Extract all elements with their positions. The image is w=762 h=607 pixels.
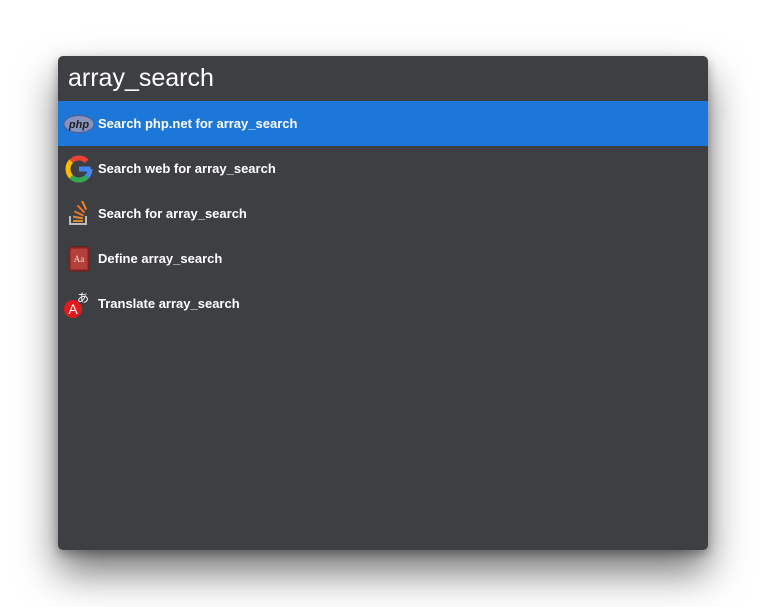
stackoverflow-icon — [62, 197, 96, 231]
launcher-window: php Search php.net for array_search Sear… — [58, 56, 708, 550]
google-icon — [62, 152, 96, 186]
results-list: php Search php.net for array_search Sear… — [58, 101, 708, 326]
translate-icon-letter: A — [68, 301, 78, 317]
result-item-php[interactable]: php Search php.net for array_search — [58, 101, 708, 146]
dictionary-icon-text: Aa — [74, 254, 85, 264]
result-label: Translate array_search — [98, 296, 240, 311]
result-item-stackoverflow[interactable]: Search for array_search — [58, 191, 708, 236]
result-label: Search web for array_search — [98, 161, 276, 176]
result-item-translate[interactable]: あ A Translate array_search — [58, 281, 708, 326]
result-item-web[interactable]: Search web for array_search — [58, 146, 708, 191]
translate-icon: あ A — [62, 287, 96, 321]
php-icon-text: php — [68, 119, 89, 131]
dictionary-icon: Aa — [62, 242, 96, 276]
php-icon: php — [62, 107, 96, 141]
search-input[interactable] — [58, 56, 708, 101]
result-label: Define array_search — [98, 251, 223, 266]
result-label: Search php.net for array_search — [98, 116, 298, 131]
result-label: Search for array_search — [98, 206, 247, 221]
result-item-define[interactable]: Aa Define array_search — [58, 236, 708, 281]
